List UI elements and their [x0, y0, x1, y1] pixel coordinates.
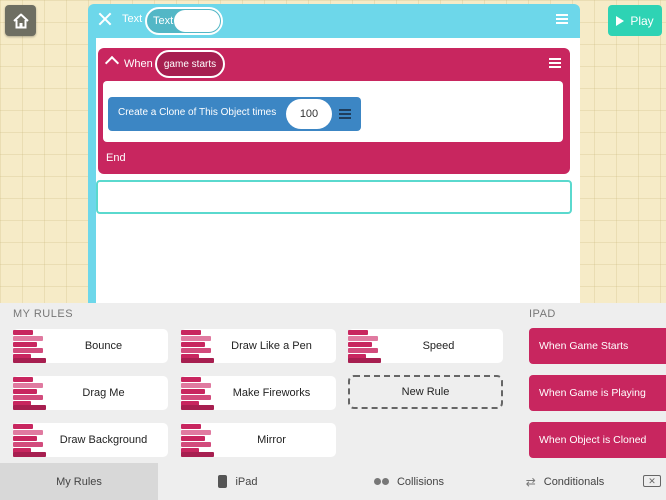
- tab-collisions[interactable]: Collisions: [318, 463, 500, 500]
- rule-menu-icon[interactable]: [549, 57, 563, 71]
- category-tab-bar: My Rules iPad Collisions ⇄ Conditionals: [0, 463, 666, 500]
- rule-card-make-fireworks[interactable]: Make Fireworks: [181, 376, 336, 410]
- ipad-rule-label: When Game Starts: [539, 340, 629, 352]
- close-icon[interactable]: [96, 10, 114, 28]
- rule-stack-icon: [13, 376, 46, 410]
- rule-drop-zone[interactable]: [96, 180, 572, 214]
- rule-card-drag-me[interactable]: Drag Me: [13, 376, 168, 410]
- play-icon: [616, 15, 625, 26]
- rule-card-draw-like-a-pen[interactable]: Draw Like a Pen: [181, 329, 336, 363]
- tab-conditionals[interactable]: ⇄ Conditionals: [500, 463, 630, 500]
- tab-label: iPad: [235, 475, 258, 488]
- object-name-preview: [174, 10, 220, 32]
- panel-menu-icon[interactable]: [556, 13, 570, 27]
- tab-label: Conditionals: [543, 475, 605, 488]
- play-button[interactable]: Play: [608, 5, 662, 36]
- house-icon: [12, 13, 29, 28]
- rule-stack-icon: [181, 376, 214, 410]
- conditional-icon: ⇄: [525, 474, 536, 489]
- rule-stack-icon: [13, 329, 46, 363]
- rule-card-speed[interactable]: Speed: [348, 329, 503, 363]
- tab-ipad[interactable]: iPad: [158, 463, 318, 500]
- ipad-rule-when-game-is-playing[interactable]: When Game is Playing: [529, 375, 666, 411]
- home-button[interactable]: [5, 5, 36, 36]
- tab-label: My Rules: [56, 475, 102, 488]
- rule-card-draw-background[interactable]: Draw Background: [13, 423, 168, 457]
- rule-stack-icon: [13, 423, 46, 457]
- clone-count-input[interactable]: 100: [286, 99, 332, 129]
- rule-stack-icon: [181, 329, 214, 363]
- block-menu-icon[interactable]: [339, 108, 353, 122]
- code-area: When game starts Create a Clone of This …: [96, 38, 580, 304]
- clone-block-label: Create a Clone of This Object times: [118, 107, 277, 118]
- rule-block[interactable]: When game starts Create a Clone of This …: [98, 48, 570, 174]
- tab-label: Collisions: [396, 475, 445, 488]
- trigger-selector[interactable]: game starts: [155, 50, 225, 78]
- backspace-icon[interactable]: ✕: [643, 475, 661, 487]
- rule-body: Create a Clone of This Object times 100: [103, 81, 563, 142]
- panel-header: Text Text: [88, 4, 580, 36]
- rule-stack-icon: [348, 329, 381, 363]
- play-label: Play: [630, 13, 654, 28]
- object-name-label: Text: [122, 13, 143, 25]
- ipad-icon: [218, 475, 228, 488]
- rule-card-bounce[interactable]: Bounce: [13, 329, 168, 363]
- when-label: When: [124, 58, 153, 70]
- ipad-rule-when-object-is-cloned[interactable]: When Object is Cloned: [529, 422, 666, 458]
- object-name-field[interactable]: Text: [145, 7, 223, 35]
- end-label: End: [106, 152, 126, 164]
- tab-my-rules[interactable]: My Rules: [0, 463, 158, 500]
- rules-tray: MY RULES IPAD Bounce Draw Like a Pen Spe…: [0, 303, 666, 500]
- rule-stack-icon: [181, 423, 214, 457]
- ipad-rule-label: When Object is Cloned: [539, 434, 647, 446]
- collision-icon: [373, 478, 389, 485]
- object-name-value: Text: [153, 15, 174, 27]
- code-panel: Text Text When game starts Create a Clon…: [88, 4, 580, 304]
- rule-card-mirror[interactable]: Mirror: [181, 423, 336, 457]
- clone-block[interactable]: Create a Clone of This Object times 100: [108, 97, 361, 131]
- my-rules-heading: MY RULES: [13, 308, 74, 320]
- chevron-up-icon[interactable]: [104, 55, 120, 71]
- new-rule-button[interactable]: New Rule: [348, 375, 503, 409]
- ipad-rule-when-game-starts[interactable]: When Game Starts: [529, 328, 666, 364]
- ipad-rule-label: When Game is Playing: [539, 387, 646, 399]
- ipad-heading: IPAD: [529, 308, 556, 320]
